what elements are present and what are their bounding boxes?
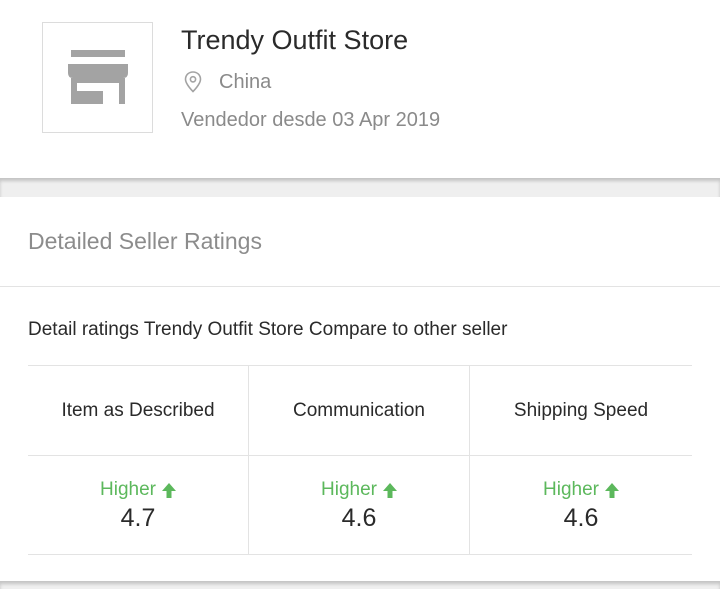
rating-header-cell: Shipping Speed: [470, 366, 692, 456]
store-name[interactable]: Trendy Outfit Store: [181, 25, 408, 56]
trend-label: Higher: [543, 479, 599, 500]
rating-label-shipping-speed: Shipping Speed: [513, 399, 649, 421]
seller-since: Vendedor desde 03 Apr 2019: [181, 109, 441, 131]
rating-value-cell: Higher 4.7: [28, 456, 249, 555]
ratings-caption: Detail ratings Trendy Outfit Store Compa…: [28, 319, 508, 340]
rating-label-communication: Communication: [293, 399, 425, 421]
rating-value-cell: Higher 4.6: [470, 456, 692, 555]
storefront-icon: [67, 49, 128, 104]
rating-label-item-as-described: Item as Described: [61, 399, 215, 421]
trend-indicator: Higher: [100, 478, 176, 502]
rating-score-item-as-described: 4.7: [120, 504, 156, 532]
trend-label: Higher: [100, 479, 156, 500]
rating-score-shipping-speed: 4.6: [563, 504, 599, 532]
rating-score-communication: 4.6: [341, 504, 377, 532]
arrow-up-icon: [382, 482, 397, 498]
trend-label: Higher: [321, 479, 377, 500]
rating-header-cell: Item as Described: [28, 366, 249, 456]
location-text: China: [219, 70, 272, 93]
trend-indicator: Higher: [543, 478, 619, 502]
trend-indicator: Higher: [321, 478, 397, 502]
bottom-separator: [0, 581, 720, 589]
rating-value-cell: Higher 4.6: [249, 456, 470, 555]
section-title: Detailed Seller Ratings: [28, 228, 262, 254]
store-location: China: [184, 68, 271, 96]
ratings-panel: Detail ratings Trendy Outfit Store Compa…: [0, 288, 720, 581]
rating-header-cell: Communication: [249, 366, 470, 456]
arrow-up-icon: [604, 482, 619, 498]
arrow-up-icon: [161, 482, 176, 498]
ratings-section-header: Detailed Seller Ratings: [0, 197, 720, 287]
section-separator: [0, 178, 720, 197]
store-logo: [42, 22, 153, 133]
ratings-table: Item as Described Communication Shipping…: [28, 365, 692, 555]
map-pin-icon: [184, 71, 202, 93]
store-header: Trendy Outfit Store China Vendedor desde…: [0, 0, 720, 178]
